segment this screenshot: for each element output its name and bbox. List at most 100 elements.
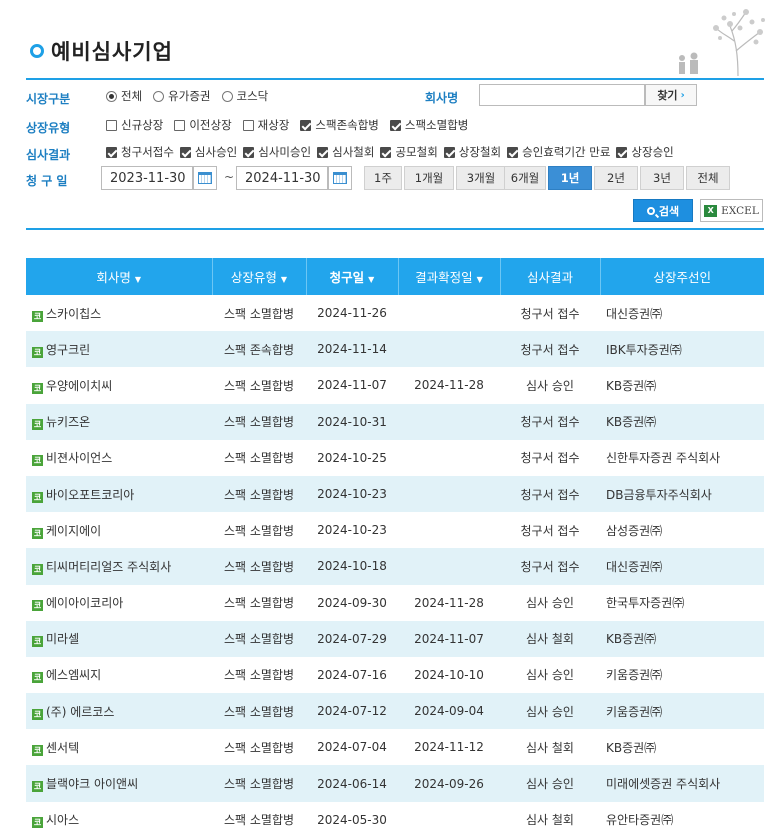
table-row: 코 영구크린 스팩 존속합병 2024-11-14 청구서 접수 IBK투자증권㈜ xyxy=(26,331,764,368)
company-name-link[interactable]: (주) 에르코스 xyxy=(46,705,114,719)
checkbox-checked-icon[interactable] xyxy=(317,146,329,158)
period-2year-button[interactable]: 2년 xyxy=(594,166,638,190)
cell-company: 코 에이아이코리아 xyxy=(26,585,212,621)
checkbox-icon[interactable] xyxy=(242,119,254,131)
search-button[interactable]: 검색 xyxy=(633,199,693,222)
cell-review-result: 심사 철회 xyxy=(526,740,574,755)
company-name-link[interactable]: 뉴키즈온 xyxy=(46,415,90,429)
calendar-icon[interactable] xyxy=(328,166,352,190)
table-row: 코 티씨머티리얼즈 주식회사 스팩 소멸합병 2024-10-18 청구서 접수 대신증권… xyxy=(26,548,764,585)
review-result-received[interactable]: 청구서접수 xyxy=(106,144,174,160)
sort-caret-icon[interactable]: ▼ xyxy=(281,275,287,284)
kosdaq-market-icon: 코 xyxy=(32,636,43,648)
period-6month-button[interactable]: 6개월 xyxy=(504,166,546,190)
excel-download-button[interactable]: X EXCEL xyxy=(700,199,763,222)
period-all-button[interactable]: 전체 xyxy=(686,166,730,190)
sort-caret-icon[interactable]: ▼ xyxy=(368,275,374,284)
cell-result-date xyxy=(398,548,500,585)
period-1month-button[interactable]: 1개월 xyxy=(404,166,454,190)
listing-type-spac-surviving[interactable]: 스팩존속합병 xyxy=(300,117,379,133)
calendar-icon[interactable] xyxy=(193,166,217,190)
excel-icon: X xyxy=(704,204,718,217)
period-3month-button[interactable]: 3개월 xyxy=(456,166,506,190)
column-header-label: 청구일 xyxy=(329,270,365,285)
checkbox-icon[interactable] xyxy=(174,119,186,131)
review-result-approved[interactable]: 심사승인 xyxy=(179,144,237,160)
checkbox-checked-icon[interactable] xyxy=(507,146,519,158)
cell-claim-date: 2024-11-07 xyxy=(317,378,387,393)
column-header-listing-type[interactable]: 상장유형 ▼ xyxy=(212,258,307,295)
radio-checked-icon[interactable] xyxy=(106,90,117,102)
checkbox-checked-icon[interactable] xyxy=(389,119,401,131)
checkbox-checked-icon[interactable] xyxy=(243,146,255,158)
cell-underwriter: KB증권㈜ xyxy=(600,620,764,657)
company-name-link[interactable]: 블랙야크 아이앤씨 xyxy=(46,777,138,791)
listing-type-relisting[interactable]: 재상장 xyxy=(242,117,289,133)
period-1year-button[interactable]: 1년 xyxy=(548,166,592,190)
market-radio-all[interactable]: 전체 xyxy=(106,88,142,104)
company-name-link[interactable]: 우양에이치씨 xyxy=(46,379,112,393)
kosdaq-market-icon: 코 xyxy=(32,817,43,829)
company-name-link[interactable]: 바이오포트코리아 xyxy=(46,488,134,502)
sort-caret-icon[interactable]: ▼ xyxy=(477,275,483,284)
company-name-link[interactable]: 미라셀 xyxy=(46,632,79,646)
listing-type-spac-dissolving[interactable]: 스팩소멸합병 xyxy=(389,117,468,133)
company-name-link[interactable]: 비젼사이언스 xyxy=(46,451,112,465)
checkbox-checked-icon[interactable] xyxy=(300,119,312,131)
checkbox-checked-icon[interactable] xyxy=(380,146,392,158)
radio-label: 전체 xyxy=(121,89,143,103)
period-1week-button[interactable]: 1주 xyxy=(364,166,402,190)
market-radio-kospi[interactable]: 유가증권 xyxy=(153,88,211,104)
listing-type-transfer[interactable]: 이전상장 xyxy=(174,117,232,133)
period-3year-button[interactable]: 3년 xyxy=(640,166,684,190)
checkbox-label: 상장철회 xyxy=(458,145,502,159)
kosdaq-market-icon: 코 xyxy=(32,310,43,322)
review-result-withdrawn[interactable]: 심사철회 xyxy=(317,144,374,160)
cell-listing-type: 스팩 소멸합병 xyxy=(223,740,295,755)
market-radio-kosdaq[interactable]: 코스닥 xyxy=(221,88,268,104)
checkbox-label: 청구서접수 xyxy=(121,145,174,159)
checkbox-checked-icon[interactable] xyxy=(106,146,117,158)
company-name-input[interactable] xyxy=(479,84,645,106)
review-result-listing-withdrawn[interactable]: 상장철회 xyxy=(443,144,502,160)
review-result-listing-approved[interactable]: 상장승인 xyxy=(616,144,674,160)
company-name-link[interactable]: 시아스 xyxy=(46,813,79,827)
cell-underwriter: 대신증권㈜ xyxy=(600,548,764,585)
checkbox-checked-icon[interactable] xyxy=(179,146,191,158)
company-name-link[interactable]: 센서텍 xyxy=(46,741,79,755)
review-result-not-approved[interactable]: 심사미승인 xyxy=(243,144,311,160)
radio-icon[interactable] xyxy=(221,90,233,102)
company-name-link[interactable]: 에스엠씨지 xyxy=(46,668,101,682)
listing-type-checkbox-group: 신규상장 이전상장 재상장 스팩존속합병 스팩소멸합병 xyxy=(106,113,479,137)
listing-type-new[interactable]: 신규상장 xyxy=(106,117,163,133)
cell-listing-type: 스팩 소멸합병 xyxy=(223,813,295,828)
company-name-link[interactable]: 케이지에이 xyxy=(46,524,101,538)
cell-underwriter: IBK투자증권㈜ xyxy=(600,331,764,368)
company-name-link[interactable]: 스카이칩스 xyxy=(46,307,101,321)
kosdaq-market-icon: 코 xyxy=(32,346,43,358)
cell-claim-date: 2024-10-23 xyxy=(317,523,387,538)
checkbox-icon[interactable] xyxy=(106,119,117,131)
company-name-link[interactable]: 영구크린 xyxy=(46,343,90,357)
sort-caret-icon[interactable]: ▼ xyxy=(135,275,141,284)
find-company-button[interactable]: 찾기 › xyxy=(645,84,697,106)
cell-review-result: 청구서 접수 xyxy=(500,475,600,513)
review-result-offering-withdrawn[interactable]: 공모철회 xyxy=(380,144,438,160)
cell-claim-date: 2024-10-25 xyxy=(317,450,387,465)
company-name-link[interactable]: 티씨머티리얼즈 주식회사 xyxy=(46,560,171,574)
column-header-company[interactable]: 회사명 ▼ xyxy=(26,258,213,295)
date-to-input[interactable]: 2024-11-30 xyxy=(236,166,328,190)
checkbox-checked-icon[interactable] xyxy=(616,146,628,158)
table-row: 코 (주) 에르코스 스팩 소멸합병 2024-07-12 2024-09-04 심사 승… xyxy=(26,693,764,730)
company-name-link[interactable]: 에이아이코리아 xyxy=(46,596,123,610)
cell-review-result: 심사 승인 xyxy=(500,765,600,802)
date-from-input[interactable]: 2023-11-30 xyxy=(101,166,193,190)
review-result-expired[interactable]: 승인효력기간 만료 xyxy=(507,144,610,160)
cell-claim-date: 2024-06-14 xyxy=(306,765,398,802)
checkbox-checked-icon[interactable] xyxy=(443,146,455,158)
table-row: 코 스카이칩스 스팩 소멸합병 2024-11-26 청구서 접수 대신증권㈜ xyxy=(26,295,764,331)
column-header-claim-date[interactable]: 청구일 ▼ xyxy=(306,258,399,295)
column-header-result-date[interactable]: 결과확정일 ▼ xyxy=(398,258,501,295)
cell-claim-date: 2024-07-12 xyxy=(306,693,398,730)
radio-icon[interactable] xyxy=(153,90,165,102)
